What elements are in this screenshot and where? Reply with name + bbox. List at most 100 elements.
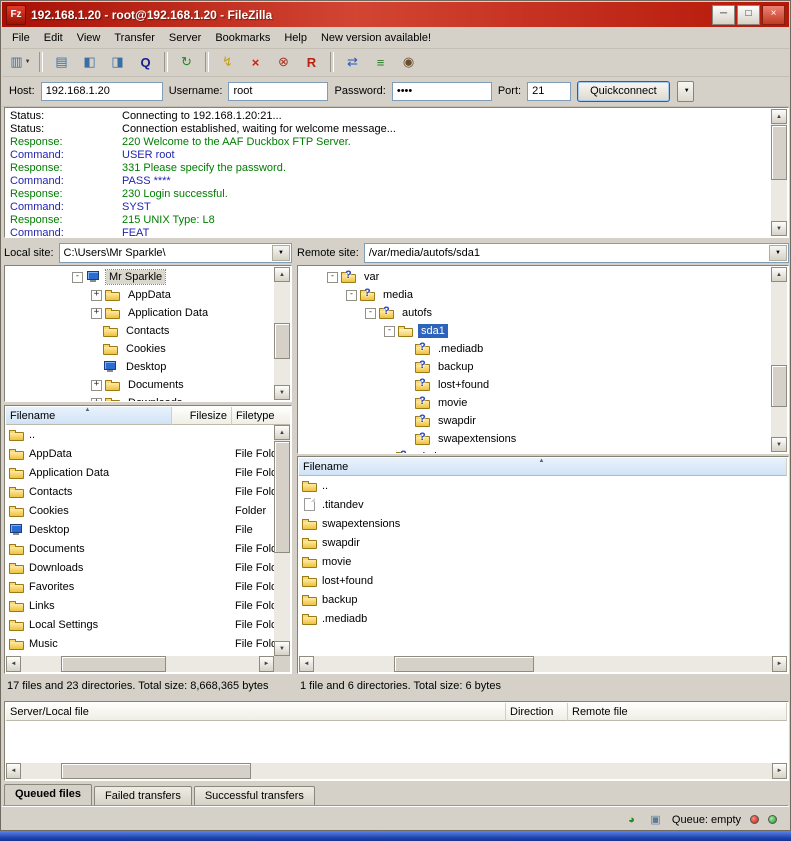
password-input[interactable] <box>392 82 492 101</box>
tree-item-documents[interactable]: +Documents <box>7 376 273 394</box>
file-row-appdata[interactable]: AppDataFile Folder <box>6 444 274 463</box>
titlebar[interactable]: Fz 192.168.1.20 - root@192.168.1.20 - Fi… <box>2 2 789 27</box>
file-row-lost-found[interactable]: lost+found <box>299 571 787 590</box>
file-row-titandev[interactable]: .titandev <box>299 495 787 514</box>
file-row-mediadb[interactable]: .mediadb <box>299 609 787 628</box>
file-row-music[interactable]: MusicFile Folder <box>6 634 274 653</box>
tree-item-lost-found[interactable]: ?lost+found <box>300 376 770 394</box>
column-header-filetype[interactable]: Filetype <box>232 407 290 425</box>
toggle-transfer-queue-button[interactable]: Q <box>132 51 159 73</box>
file-row-desktop[interactable]: DesktopFile <box>6 520 274 539</box>
file-row-links[interactable]: LinksFile Folder <box>6 596 274 615</box>
tree-item-movie[interactable]: ?movie <box>300 394 770 412</box>
column-header-filename[interactable]: Filename▲ <box>6 407 172 425</box>
port-input[interactable] <box>527 82 571 101</box>
scrollbar-thumb[interactable] <box>771 125 787 180</box>
tree-item-swapdir[interactable]: ?swapdir <box>300 412 770 430</box>
scroll-left-button[interactable]: ◄ <box>299 656 314 672</box>
menu-item-bookmarks[interactable]: Bookmarks <box>208 29 277 47</box>
tree-item-cookies[interactable]: Cookies <box>7 340 273 358</box>
refresh-button[interactable]: ↻ <box>173 51 200 73</box>
toggle-message-log-button[interactable]: ▤ <box>48 51 75 73</box>
column-header-server-local-file[interactable]: Server/Local file <box>6 703 506 721</box>
host-input[interactable] <box>41 82 163 101</box>
scrollbar-thumb[interactable] <box>394 656 534 672</box>
quickconnect-button[interactable]: Quickconnect <box>577 81 670 102</box>
username-input[interactable] <box>228 82 328 101</box>
synchronized-browsing-button[interactable]: ≡ <box>367 51 394 73</box>
minimize-button[interactable]: ─ <box>712 5 735 25</box>
file-row-documents[interactable]: DocumentsFile Folder <box>6 539 274 558</box>
local-tree-scrollbar[interactable]: ▲ ▼ <box>274 267 290 400</box>
file-row-cookies[interactable]: CookiesFolder <box>6 501 274 520</box>
scrollbar-thumb[interactable] <box>274 323 290 359</box>
scroll-up-button[interactable]: ▲ <box>274 267 290 282</box>
quickconnect-dropdown-button[interactable]: ▼ <box>677 81 694 102</box>
tree-item-autofs[interactable]: -?autofs <box>300 304 770 322</box>
collapse-minus-icon[interactable]: - <box>384 326 395 337</box>
tree-item-media[interactable]: -?media <box>300 286 770 304</box>
find-files-button[interactable]: ◉ <box>395 51 422 73</box>
file-row-item[interactable]: .. <box>299 476 787 495</box>
encryption-status-icon[interactable]: ▣ <box>648 812 663 827</box>
combo-dropdown-icon[interactable]: ▼ <box>272 245 290 261</box>
menu-item-file[interactable]: File <box>5 29 37 47</box>
menu-item-transfer[interactable]: Transfer <box>107 29 162 47</box>
scroll-right-button[interactable]: ► <box>772 763 787 779</box>
message-log-scrollbar[interactable]: ▲ ▼ <box>771 109 787 236</box>
expand-plus-icon[interactable]: + <box>91 380 102 391</box>
scroll-right-button[interactable]: ► <box>259 656 274 672</box>
scroll-down-button[interactable]: ▼ <box>771 437 787 452</box>
tree-item-backup[interactable]: ?backup <box>300 358 770 376</box>
file-row-swapextensions[interactable]: swapextensions <box>299 514 787 533</box>
local-site-combobox[interactable]: C:\Users\Mr Sparkle\ ▼ <box>59 243 292 263</box>
toggle-remote-tree-button[interactable]: ◨ <box>104 51 131 73</box>
collapse-minus-icon[interactable]: - <box>365 308 376 319</box>
close-button[interactable]: × <box>762 5 785 25</box>
process-queue-button[interactable]: ↯ <box>214 51 241 73</box>
remote-tree-scrollbar[interactable]: ▲ ▼ <box>771 267 787 452</box>
scrollbar-thumb[interactable] <box>61 763 251 779</box>
reconnect-button[interactable]: R <box>298 51 325 73</box>
tree-item-desktop[interactable]: Desktop <box>7 358 273 376</box>
toggle-local-tree-button[interactable]: ◧ <box>76 51 103 73</box>
tab-queued-files[interactable]: Queued files <box>4 784 92 805</box>
scroll-down-button[interactable]: ▼ <box>274 385 290 400</box>
tree-item-sda1[interactable]: -sda1 <box>300 322 770 340</box>
menu-item-edit[interactable]: Edit <box>37 29 70 47</box>
scroll-left-button[interactable]: ◄ <box>6 656 21 672</box>
menu-item-view[interactable]: View <box>70 29 108 47</box>
remote-site-combobox[interactable]: /var/media/autofs/sda1 ▼ <box>364 243 789 263</box>
tree-item-downloads[interactable]: +Downloads <box>7 394 273 401</box>
collapse-minus-icon[interactable]: - <box>346 290 357 301</box>
tree-item-appdata[interactable]: +AppData <box>7 286 273 304</box>
tree-item-contacts[interactable]: Contacts <box>7 322 273 340</box>
tree-item-mediadb[interactable]: ?.mediadb <box>300 340 770 358</box>
scrollbar-thumb[interactable] <box>274 441 290 553</box>
tab-successful-transfers[interactable]: Successful transfers <box>194 786 315 805</box>
scrollbar-thumb[interactable] <box>61 656 166 672</box>
tree-item-dvd[interactable]: ?dvd <box>300 448 770 453</box>
maximize-button[interactable]: □ <box>737 5 760 25</box>
tab-failed-transfers[interactable]: Failed transfers <box>94 786 192 805</box>
menu-item-server[interactable]: Server <box>162 29 208 47</box>
disconnect-button[interactable]: ⊗ <box>270 51 297 73</box>
file-row-contacts[interactable]: ContactsFile Folder <box>6 482 274 501</box>
column-header-filesize[interactable]: Filesize <box>172 407 232 425</box>
file-row-backup[interactable]: backup <box>299 590 787 609</box>
scroll-up-button[interactable]: ▲ <box>274 425 290 440</box>
local-list-vscrollbar[interactable]: ▲ ▼ <box>274 425 290 656</box>
remote-list-hscrollbar[interactable]: ◄ ► <box>299 656 787 672</box>
column-header-remote-file[interactable]: Remote file <box>568 703 787 721</box>
file-row-local-settings[interactable]: Local SettingsFile Folder <box>6 615 274 634</box>
collapse-minus-icon[interactable]: - <box>72 272 83 283</box>
queue-hscrollbar[interactable]: ◄ ► <box>6 763 787 779</box>
expand-plus-icon[interactable]: + <box>91 398 102 402</box>
scroll-up-button[interactable]: ▲ <box>771 109 787 124</box>
file-row-item[interactable]: .. <box>6 425 274 444</box>
column-header-direction[interactable]: Direction <box>506 703 568 721</box>
scroll-down-button[interactable]: ▼ <box>771 221 787 236</box>
tree-item-var[interactable]: -?var <box>300 268 770 286</box>
file-row-favorites[interactable]: FavoritesFile Folder <box>6 577 274 596</box>
collapse-minus-icon[interactable]: - <box>327 272 338 283</box>
